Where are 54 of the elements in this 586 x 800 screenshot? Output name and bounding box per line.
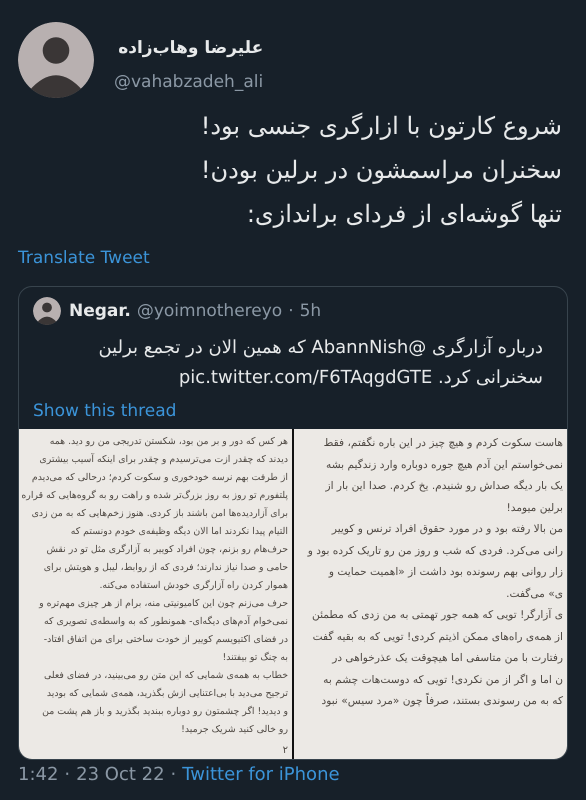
- document-line: و دیدید! اگر چشمتون رو دوباره ببندید بگذرید و باز هم پشت من: [42, 704, 288, 719]
- author-name[interactable]: Negar.: [69, 301, 131, 321]
- document-line: ی آزارگر! تویی که همه جور تهمتی به من زدی که مطمئن: [312, 607, 563, 623]
- document-line: نمی‌خوام آدم‌های دیگه‌ای- همونطور که به واسطه‌ی تصویری که: [44, 614, 288, 629]
- separator-dot: ·: [288, 301, 294, 321]
- document-line: برلین میومد!: [506, 500, 563, 516]
- document-line: در فضای اکتیویسم کوییر از خودت ساختی برای من اتفاق افتاد-: [44, 633, 288, 647]
- translate-link[interactable]: Translate Tweet: [18, 248, 150, 268]
- document-line: من بالا رفته بود و در مورد حقوق افراد ترنس و کوییر: [332, 522, 563, 537]
- document-line: ن اما و اگر از من نکردی! تویی که دوست‌هات چشم به: [323, 672, 563, 688]
- separator-dot: ·: [64, 764, 70, 785]
- document-line: رفتارت با من متاسفی اما هیچوقت یک عذرخواهی در: [332, 651, 563, 666]
- tweet-date: 23 Oct 22: [76, 764, 165, 785]
- tweet-text: سخنرانی کرد. pic.twitter.com/F6TAqgdGTE: [178, 366, 543, 390]
- user-handle[interactable]: @vahabzadeh_ali: [114, 72, 264, 92]
- user-handle[interactable]: @yoimnothereyo: [136, 301, 282, 321]
- page-number: ۲: [282, 745, 288, 756]
- tweet-text: سخنران مراسمشون در برلین بودن!: [200, 155, 562, 186]
- document-line: ترجیح می‌دید با بی‌اعتنایی ازش بگذرید، همه‌ی شمایی که بودید: [46, 686, 288, 701]
- time-ago: 5h: [300, 301, 322, 321]
- tweet-text: شروع کارتون با ازارگری جنسی بود!: [200, 111, 562, 142]
- document-line: برای آزاردیده‌ها امن باشند باز کردی. هنوز زخم‌هایی که به من زدی: [32, 506, 288, 521]
- avatar[interactable]: [33, 297, 61, 325]
- document-line: رو خالی کنید شریک جرمید!: [181, 723, 288, 737]
- author-name[interactable]: علیرضا وهاب‌زاده: [114, 38, 264, 58]
- document-line: نمی‌خواستم این آدم هیچ جوره دوباره وارد زندگیم بشه: [326, 457, 563, 473]
- source-link[interactable]: Twitter for iPhone: [182, 764, 340, 785]
- show-thread-link[interactable]: Show this thread: [33, 401, 176, 421]
- document-image[interactable]: [19, 429, 292, 759]
- document-line: حرف می‌زنم چون این کامیونیتی منه، برام از هر چیزی مهم‌تره و: [39, 597, 288, 611]
- document-image[interactable]: [294, 429, 567, 759]
- document-line: که به من رسوندی بستند، صرفاً چون «مرد سیس» نبود: [322, 691, 563, 712]
- document-line: رانی می‌کرد. فردی که شب و روز من رو تاریک کرده بود و: [308, 544, 563, 559]
- document-line: خطاب به همه‌ی شمایی که این متن رو می‌بینید، در فضای فعلی: [44, 669, 288, 683]
- separator-dot: ·: [170, 764, 176, 785]
- document-line: التیام پیدا نکردند اما الان دیگه وظیفه‌ی خودم دونستم که: [70, 524, 288, 539]
- document-line: هموار کردن راه آزارگری خودش استفاده می‌کنه.: [99, 578, 288, 593]
- document-line: از طرفت بهم نرسه خودخوری و سکوت کردم؛ درحالی که می‌دیدم: [32, 471, 288, 485]
- quoted-tweet-card[interactable]: [18, 286, 568, 760]
- document-line: پلتفورم تو روز به روز بزرگ‌تر شده و راهت رو به گروه‌هایی که قراره: [21, 488, 288, 503]
- document-line: هر کس که دور و بر من بود، شکستن تدریجی من رو دید. همه: [50, 435, 288, 449]
- document-line: حامی و صدا نیاز ندارند؛ فردی که از روابط، لیبل و هویتش برای: [44, 561, 288, 575]
- tweet-text: درباره آزارگری @AbannNish که همین الان در تجمع برلین: [98, 335, 543, 360]
- document-line: زار روانی بهم رسونده بود داشت از «اهمیت حمایت و: [328, 565, 563, 580]
- avatar[interactable]: [18, 22, 94, 98]
- document-line: از همه‌ی راه‌های ممکن اذیتم کردی! تویی که به بقیه گفت: [312, 630, 563, 645]
- document-line: هاست سکوت کردم و هیچ چیز در این باره نگفتم، فقط: [324, 436, 563, 451]
- tweet-time: 1:42: [18, 764, 58, 785]
- document-line: دیدند که چقدر ازت می‌ترسیدم و چقدر برای اینکه آسیب بیشتری: [39, 452, 288, 467]
- tweet-text: تنها گوشه‌ای از فردای براندازی:: [246, 199, 562, 230]
- document-line: به چنگ تو بیفتند!: [222, 650, 288, 665]
- document-line: یک بار دیگه صداش رو شنیدم. یخ کردم. صدا این بار از: [325, 478, 563, 494]
- document-line: ی» می‌گفت.: [506, 586, 563, 602]
- document-line: حرف‌هام رو بزنم، چون افراد کوییر به آزارگری مثل تو در نقش: [46, 542, 288, 557]
